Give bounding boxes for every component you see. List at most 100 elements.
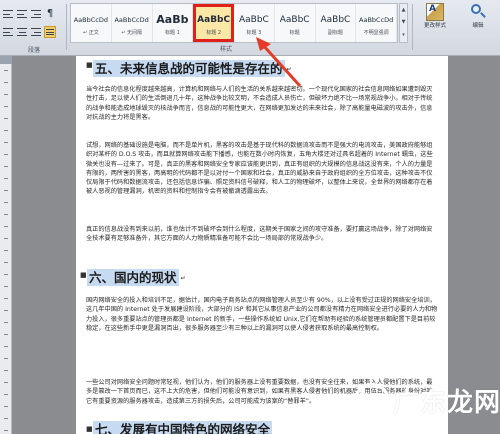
ruler-tick [4, 154, 8, 155]
heading-bullet: ■ [86, 425, 93, 433]
style-tile[interactable]: AaBbC 标题 [275, 4, 316, 42]
decrease-indent-button[interactable] [30, 8, 42, 20]
ruler-tick [4, 178, 8, 179]
ruler-tick [4, 226, 8, 227]
document-canvas: ■ 五、未来信息战的可能性是存在的 ↵ 当今社会的信息化程度越来越高，计算机和网络… [12, 56, 500, 434]
style-tile[interactable]: AaBbC 标题 2 [193, 4, 235, 42]
paragraph[interactable]: 试想，网络的基础设施是电脑，而不是单片机，黑客的攻击是基于现代科的数据流攻击而不… [86, 141, 438, 197]
ruler-tick [4, 238, 8, 239]
gallery-up-icon[interactable]: ▲ [402, 7, 406, 13]
ruler-tick [4, 118, 8, 119]
paragraph-mark: ↵ [286, 66, 292, 73]
style-name: 不明显强调 [363, 29, 389, 36]
paragraph[interactable]: 国内网络安全的投入和培训不足，据估计，国内电子商务站点的网络管理人员至少有 90… [86, 296, 438, 333]
ruler-tick [4, 370, 8, 371]
style-name: 标题 3 [246, 29, 262, 36]
heading-5-text: 五、未来信息战的可能性是存在的 [93, 60, 285, 77]
gallery-more-icon[interactable]: ▾ [402, 33, 405, 38]
paragraph-group: ¶ 段落 [0, 0, 64, 56]
heading-bullet: ■ [80, 271, 87, 279]
ruler-tick [4, 94, 8, 95]
paragraph-mark: ↵ [180, 275, 186, 282]
ruler-tick [4, 322, 8, 323]
group-separator [412, 4, 413, 50]
style-name: ↵ 无间隔 [121, 29, 143, 36]
bullets-button[interactable] [2, 8, 14, 20]
style-sample: AaBbC [320, 14, 351, 25]
ruler-tick [4, 394, 8, 395]
style-name: 标题 2 [206, 29, 222, 36]
style-sample: AaBbCcDd [73, 15, 108, 24]
ruler-tick [4, 298, 8, 299]
paragraph[interactable]: 当今社会的信息化程度越来越高，计算机和网络与人们的生活的关系越来越密切。一个现代… [86, 85, 438, 122]
style-sample: AaBbC [238, 14, 269, 25]
vertical-ruler [0, 56, 12, 434]
style-name: ↵ 正文 [82, 29, 99, 36]
ruler-tick [4, 250, 8, 251]
style-name: 副标题 [327, 29, 343, 36]
style-name: 标题 1 [164, 29, 180, 36]
numbering-button[interactable] [16, 8, 28, 20]
style-tile[interactable]: AaBb 标题 1 [153, 4, 194, 42]
watermark-logo-icon [354, 382, 390, 419]
editing-label: 编辑 [472, 23, 484, 29]
change-styles-button[interactable]: A 更改样式 [416, 3, 454, 47]
ruler-tick [4, 214, 8, 215]
style-tile[interactable]: AaBbCcDd ↵ 正文 [71, 4, 112, 42]
group-separator [66, 4, 67, 50]
ruler-tick [4, 82, 8, 83]
ruler-tick [4, 142, 8, 143]
style-sample: AaBbC [279, 14, 310, 25]
watermark-text: 广东龙网 [393, 388, 500, 418]
ribbon: ¶ 段落 AaBbCcDd ↵ 正文 AaBbCcDd ↵ 无间隔 AaBb 标题 1 Aa… [0, 0, 500, 56]
styles-group-label: 样式 [220, 46, 233, 53]
heading-6-text: 六、国内的现状 [87, 269, 179, 286]
find-icon [469, 3, 487, 21]
heading-7-text: 七、发展有中国特色的网络安全 [93, 421, 273, 434]
ruler-tick [4, 346, 8, 347]
align-right-button[interactable] [30, 26, 42, 38]
heading-7[interactable]: 七、发展有中国特色的网络安全 [93, 419, 273, 434]
ruler-tick [4, 334, 8, 335]
style-tile[interactable]: AaBbCcDd 不明显强调 [356, 4, 398, 42]
style-sample: AaBbCcDd [114, 15, 149, 24]
style-sample: AaBb [156, 13, 189, 26]
ruler-margin [0, 56, 12, 64]
ruler-tick [4, 382, 8, 383]
style-sample: AaBbCcDd [359, 15, 394, 24]
ruler-tick [4, 406, 8, 407]
ruler-tick [4, 70, 8, 71]
ruler-tick [4, 262, 8, 263]
show-marks-icon[interactable]: ¶ [44, 8, 56, 20]
ruler-tick [4, 358, 8, 359]
justify-button[interactable] [44, 26, 56, 38]
styles-gallery: AaBbCcDd ↵ 正文 AaBbCcDd ↵ 无间隔 AaBb 标题 1 AaBbC 标题… [70, 3, 398, 43]
align-left-button[interactable] [2, 26, 14, 38]
paragraph[interactable]: 真正的信息战没有到来以前，谁也估计不到破坏会到什么程度，这期关于国家之间的攻守准… [86, 225, 438, 244]
change-styles-label: 更改样式 [423, 23, 446, 29]
editing-button[interactable]: 编辑 [458, 3, 498, 47]
gallery-scroll[interactable]: ▲ ▼ ▾ [399, 3, 408, 43]
style-sample: AaBbC [197, 14, 231, 25]
watermark: 广东龙网 [354, 382, 500, 419]
style-tile[interactable]: AaBbC 副标题 [316, 4, 357, 42]
align-center-button[interactable] [16, 26, 28, 38]
style-tile[interactable]: AaBbC 标题 3 [234, 4, 275, 42]
paragraph-group-label: 段落 [27, 47, 40, 54]
ruler-tick [4, 274, 8, 275]
style-name: 标题 [289, 29, 300, 36]
ruler-tick [4, 430, 8, 431]
ruler-tick [4, 166, 8, 167]
change-styles-icon: A [426, 3, 444, 21]
heading-bullet: ■ [86, 61, 93, 69]
ruler-tick [4, 286, 8, 287]
gallery-down-icon[interactable]: ▼ [402, 20, 406, 25]
ruler-tick [4, 130, 8, 131]
ruler-tick [4, 106, 8, 107]
ruler-tick [4, 418, 8, 419]
heading-6[interactable]: 六、国内的现状 ↵ [87, 267, 186, 286]
document-page[interactable]: ■ 五、未来信息战的可能性是存在的 ↵ 当今社会的信息化程度越来越高，计算机和网络… [76, 56, 448, 434]
heading-5[interactable]: 五、未来信息战的可能性是存在的 ↵ [93, 58, 292, 77]
style-tile[interactable]: AaBbCcDd ↵ 无间隔 [112, 4, 153, 42]
ruler-tick [4, 310, 8, 311]
